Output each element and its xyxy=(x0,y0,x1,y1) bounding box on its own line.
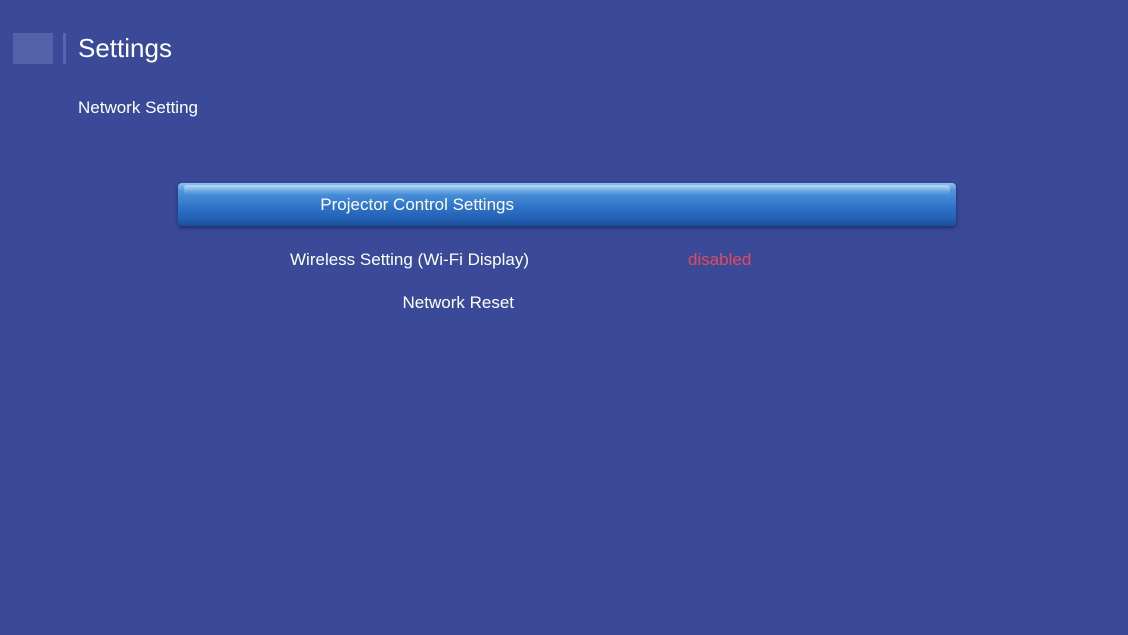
menu-item-label: Network Reset xyxy=(402,293,514,312)
section-subtitle: Network Setting xyxy=(78,98,198,117)
menu-item-projector-control-settings[interactable]: Projector Control Settings xyxy=(178,186,514,224)
header-divider xyxy=(63,33,66,64)
menu-item-wireless-setting[interactable]: Wireless Setting (Wi-Fi Display) xyxy=(178,241,529,279)
settings-screen: Settings Network Setting Projector Contr… xyxy=(0,0,1128,635)
page-title: Settings xyxy=(78,33,172,63)
menu-item-network-reset[interactable]: Network Reset xyxy=(178,284,514,322)
menu-item-label: Projector Control Settings xyxy=(320,195,514,214)
menu-item-label: Wireless Setting (Wi-Fi Display) xyxy=(290,250,529,269)
wireless-setting-value: disabled xyxy=(688,250,752,269)
settings-app-icon xyxy=(13,33,53,64)
